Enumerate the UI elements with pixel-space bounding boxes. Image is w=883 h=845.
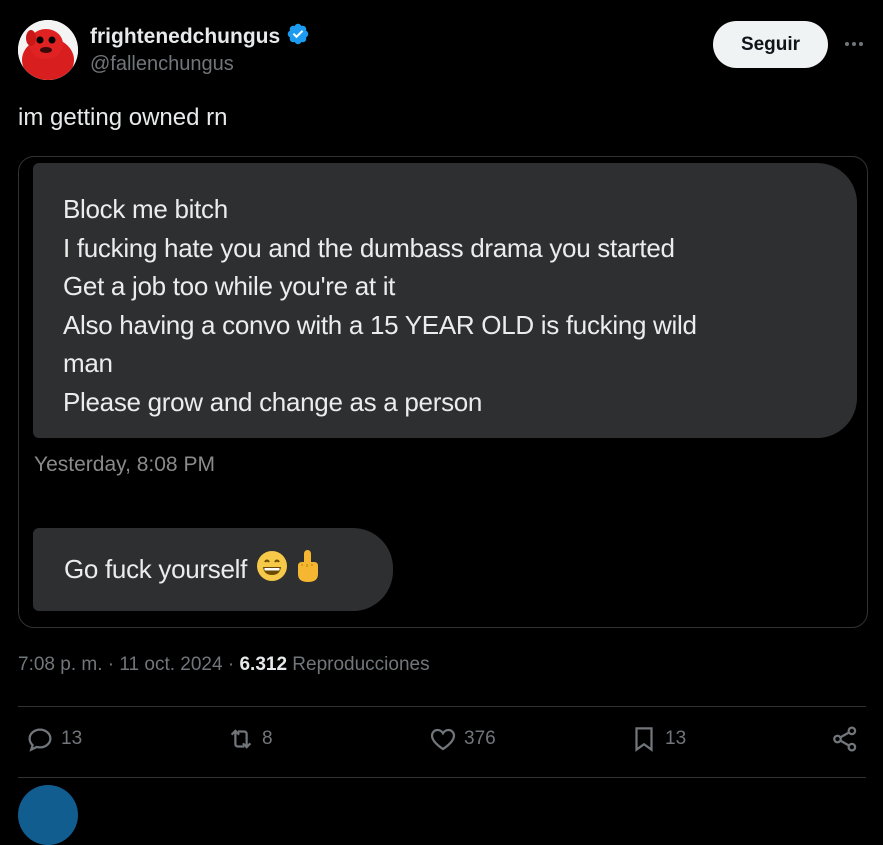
more-options-icon[interactable] [840, 30, 868, 58]
meta-separator: · [107, 654, 115, 675]
received-message-bubble: Block me bitch I fucking hate you and th… [33, 163, 857, 438]
share-icon [833, 726, 857, 752]
author-avatar[interactable] [18, 20, 78, 80]
verified-badge-icon[interactable] [286, 22, 310, 51]
tweet-date[interactable]: 11 oct. 2024 [119, 654, 222, 675]
chat-timestamp: Yesterday, 8:08 PM [34, 453, 215, 476]
meta-separator: · [227, 654, 235, 675]
reply-text: Go fuck yourself [64, 554, 248, 584]
reply-icon [28, 728, 52, 752]
message-line: Please grow and change as a person [63, 386, 483, 417]
message-line: Also having a convo with a 15 YEAR OLD i… [63, 309, 697, 340]
author-display-name[interactable]: frightenedchungus [90, 25, 280, 49]
tweet-time[interactable]: 7:08 p. m. [18, 654, 103, 675]
avatar-image [18, 20, 78, 80]
divider [18, 706, 866, 707]
like-button[interactable]: 376 [428, 724, 496, 754]
bookmark-icon [635, 727, 653, 752]
tweet-meta: 7:08 p. m. · 11 oct. 2024 · 6.312 Reprod… [18, 654, 430, 676]
like-count: 376 [464, 728, 496, 749]
divider [18, 777, 866, 778]
reply-button[interactable]: 13 [25, 724, 82, 754]
next-reply-avatar[interactable] [18, 785, 78, 845]
bookmark-button[interactable]: 13 [629, 724, 686, 754]
message-line: Get a job too while you're at it [63, 271, 396, 301]
author-handle[interactable]: @fallenchungus [90, 53, 234, 76]
reply-count: 13 [61, 728, 83, 749]
follow-button[interactable]: Seguir [713, 21, 828, 68]
reply-message-bubble: Go fuck yourself [33, 528, 393, 611]
share-button[interactable] [830, 724, 860, 754]
bookmark-count: 13 [665, 728, 687, 749]
views-label: Reproducciones [292, 654, 430, 675]
repost-button[interactable]: 8 [226, 724, 273, 754]
tweet-text: im getting owned rn [18, 104, 228, 131]
author-name-row: frightenedchungus [90, 22, 310, 51]
repost-count: 8 [262, 728, 273, 749]
message-line: I fucking hate you and the dumbass drama… [63, 232, 675, 263]
middle-finger-icon [295, 548, 321, 591]
message-line: Block me bitch [63, 194, 228, 224]
views-count: 6.312 [239, 654, 288, 675]
message-line: man [63, 348, 113, 378]
heart-icon [430, 728, 456, 751]
grinning-face-icon [255, 549, 289, 590]
repost-icon [230, 729, 252, 749]
attached-screenshot[interactable]: Block me bitch I fucking hate you and th… [18, 156, 868, 628]
